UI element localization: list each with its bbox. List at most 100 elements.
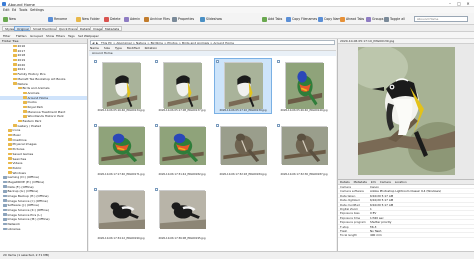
- select-checkbox[interactable]: [155, 124, 158, 127]
- select-checkbox[interactable]: [94, 188, 97, 191]
- folder-icon: [8, 143, 12, 146]
- wattlebird-photo: [281, 126, 328, 165]
- preview-pane: 2020-10-06 05:17:10_IMG00139.jpg: [337, 39, 474, 179]
- tree-item-label: Image Science (I:) (Offline): [7, 198, 48, 203]
- menu-item[interactable]: Settings: [30, 8, 44, 12]
- menu-item[interactable]: Ed: [12, 8, 16, 12]
- sort-name[interactable]: Name: [90, 46, 99, 50]
- select-checkbox[interactable]: [94, 124, 97, 127]
- property-value: Adobe Photoshop Lightroom Classic 9.4 (W…: [370, 189, 441, 193]
- property-value: 6/10/20 5:17 AM: [370, 198, 394, 202]
- back-icon[interactable]: ◀: [92, 41, 95, 44]
- tab-metadata[interactable]: Metadata: [354, 180, 367, 184]
- thumbnail-caption: 2020-10-06 17:32:18_IMG00184.jpg: [219, 173, 267, 176]
- groups-button[interactable]: Groups: [366, 15, 383, 23]
- search-input[interactable]: Abound Home: [414, 15, 468, 22]
- tree-item-label: 2020: [17, 62, 26, 67]
- folder-icon: [18, 86, 22, 90]
- thumbnail[interactable]: 2020-10-06 17:32:18_IMG00184.jpg: [214, 122, 272, 178]
- select-checkbox[interactable]: [155, 60, 158, 63]
- copy-filenames-button[interactable]: Copy Filenames: [286, 15, 317, 23]
- folder-tree: Folder Tree 2016 2017 2018 2019 2020 2021 Fami…: [0, 39, 88, 251]
- select-checkbox[interactable]: [94, 60, 97, 63]
- folder-icon: [13, 68, 17, 71]
- ahead-tabs-button[interactable]: Ahead Tabs: [340, 15, 364, 23]
- folder-icon: [8, 161, 12, 165]
- thumbnail[interactable]: 2020-10-06 05:17:08_IMG00137.jpg: [153, 58, 211, 114]
- tab-metadata[interactable]: Metadata: [102, 26, 123, 31]
- select-checkbox[interactable]: [216, 60, 219, 63]
- flatten-button[interactable]: Flatten: [16, 34, 27, 38]
- property-key: Flash: [340, 228, 348, 233]
- thumbnail-caption: 2020-10-06 05:16:46_IMG00134.jpg: [97, 109, 145, 112]
- filters-button[interactable]: Filters: [56, 34, 65, 38]
- drive-icon: [3, 194, 7, 198]
- thumbnail[interactable]: 2020-10-06 17:32:30_IMG00187.jpg: [275, 122, 333, 178]
- filter-button[interactable]: Filter: [3, 34, 10, 38]
- thumbnail-caption: 2020-10-06 17:34:12_IMG00190.jpg: [97, 237, 145, 240]
- properties-button[interactable]: Properties: [172, 15, 194, 23]
- tab-info[interactable]: Info: [371, 180, 376, 184]
- new-button[interactable]: New: [3, 15, 16, 23]
- tree-item-label: Image Science Pics (L:): [7, 212, 43, 217]
- title-bar: Abound Home – □ ✕: [0, 0, 474, 7]
- slideshow-button[interactable]: Slideshow: [200, 15, 222, 23]
- menu-item[interactable]: Tools: [19, 8, 27, 12]
- select-checkbox[interactable]: [277, 60, 280, 63]
- select-checkbox[interactable]: [216, 124, 219, 127]
- folder-icon: [13, 72, 17, 76]
- tree-item-label: Image Science (M:) (Offline): [7, 217, 50, 222]
- archive-files-button[interactable]: Archive Files: [144, 15, 170, 23]
- tree-item-label: Family History Pics: [17, 72, 46, 77]
- forward-icon[interactable]: ▶: [96, 41, 99, 44]
- property-key: Camera: [340, 185, 351, 189]
- honeyeater-photo: [163, 62, 202, 109]
- tab-details[interactable]: Details: [340, 180, 350, 184]
- tab-camera[interactable]: Camera: [380, 180, 391, 184]
- sort-modified[interactable]: Modified: [127, 46, 140, 50]
- select-checkbox[interactable]: [277, 124, 280, 127]
- tags-button[interactable]: Tags: [68, 34, 75, 38]
- sort-size[interactable]: Size: [104, 46, 110, 50]
- tree-item-label: Nature: [17, 81, 28, 86]
- thumbnail[interactable]: 2020-10-06 17:36:08_IMG00195.jpg: [153, 186, 211, 242]
- tree-item-label: Saved Games: [12, 151, 34, 156]
- tab-location[interactable]: Location: [395, 180, 407, 184]
- delete-button[interactable]: Delete: [104, 15, 120, 23]
- rename-button[interactable]: Rename: [48, 15, 67, 23]
- grouped-button[interactable]: Grouped: [30, 34, 43, 38]
- tree-item[interactable]: Libraries: [0, 227, 87, 232]
- thumbnail-caption: 2020-10-06 17:17:40_IMG00171.jpg: [97, 173, 145, 176]
- close-icon[interactable]: ✕: [464, 1, 472, 6]
- drive-icon: [3, 227, 7, 231]
- select-checkbox[interactable]: [155, 188, 158, 191]
- property-value: No flash: [370, 228, 382, 233]
- toggle-all-button[interactable]: Toggle all: [384, 15, 405, 23]
- set-wallpaper-button[interactable]: Set Wallpaper: [78, 34, 99, 38]
- sort-rotation[interactable]: Rotation: [145, 46, 158, 50]
- thumbnail[interactable]: 2020-10-06 05:16:46_IMG00134.jpg: [92, 58, 150, 114]
- minimize-icon[interactable]: –: [446, 1, 454, 6]
- tree-item-label: Around Home: [27, 95, 49, 100]
- drive-icon: [3, 213, 7, 217]
- drive-icon: [3, 185, 7, 188]
- thumbnail[interactable]: 2020-10-06 05:17:10_IMG00139.jpg: [214, 58, 272, 114]
- new-folder-button[interactable]: New Folder: [76, 15, 100, 23]
- drive-icon: [3, 175, 7, 179]
- drive-icon: [3, 222, 7, 226]
- archive-icon: [144, 16, 149, 22]
- sort-type[interactable]: Type: [115, 46, 122, 50]
- folder-icon: [23, 115, 27, 118]
- address-bar[interactable]: ◀ ▶ This PC > Aboriginal > Nature > Bird…: [90, 40, 335, 45]
- thumbnail[interactable]: 2020-10-06 05:26:40_IMG00140.jpg: [275, 58, 333, 114]
- maximize-icon[interactable]: □: [455, 1, 463, 6]
- thumbnail[interactable]: 2020-10-06 17:17:40_IMG00171.jpg: [92, 122, 150, 178]
- admin-button[interactable]: Admin: [124, 15, 140, 23]
- add-tabs-button[interactable]: Add Tabs: [262, 15, 282, 23]
- thumbnail[interactable]: 2020-10-06 17:31:44_IMG00182.jpg: [153, 122, 211, 178]
- show-button[interactable]: Show: [46, 34, 54, 38]
- menu-item[interactable]: Edit: [3, 8, 10, 12]
- tree-item-label: 2021: [17, 67, 26, 72]
- thumbnail[interactable]: 2020-10-06 17:34:12_IMG00190.jpg: [92, 186, 150, 242]
- folder-icon: [76, 16, 81, 22]
